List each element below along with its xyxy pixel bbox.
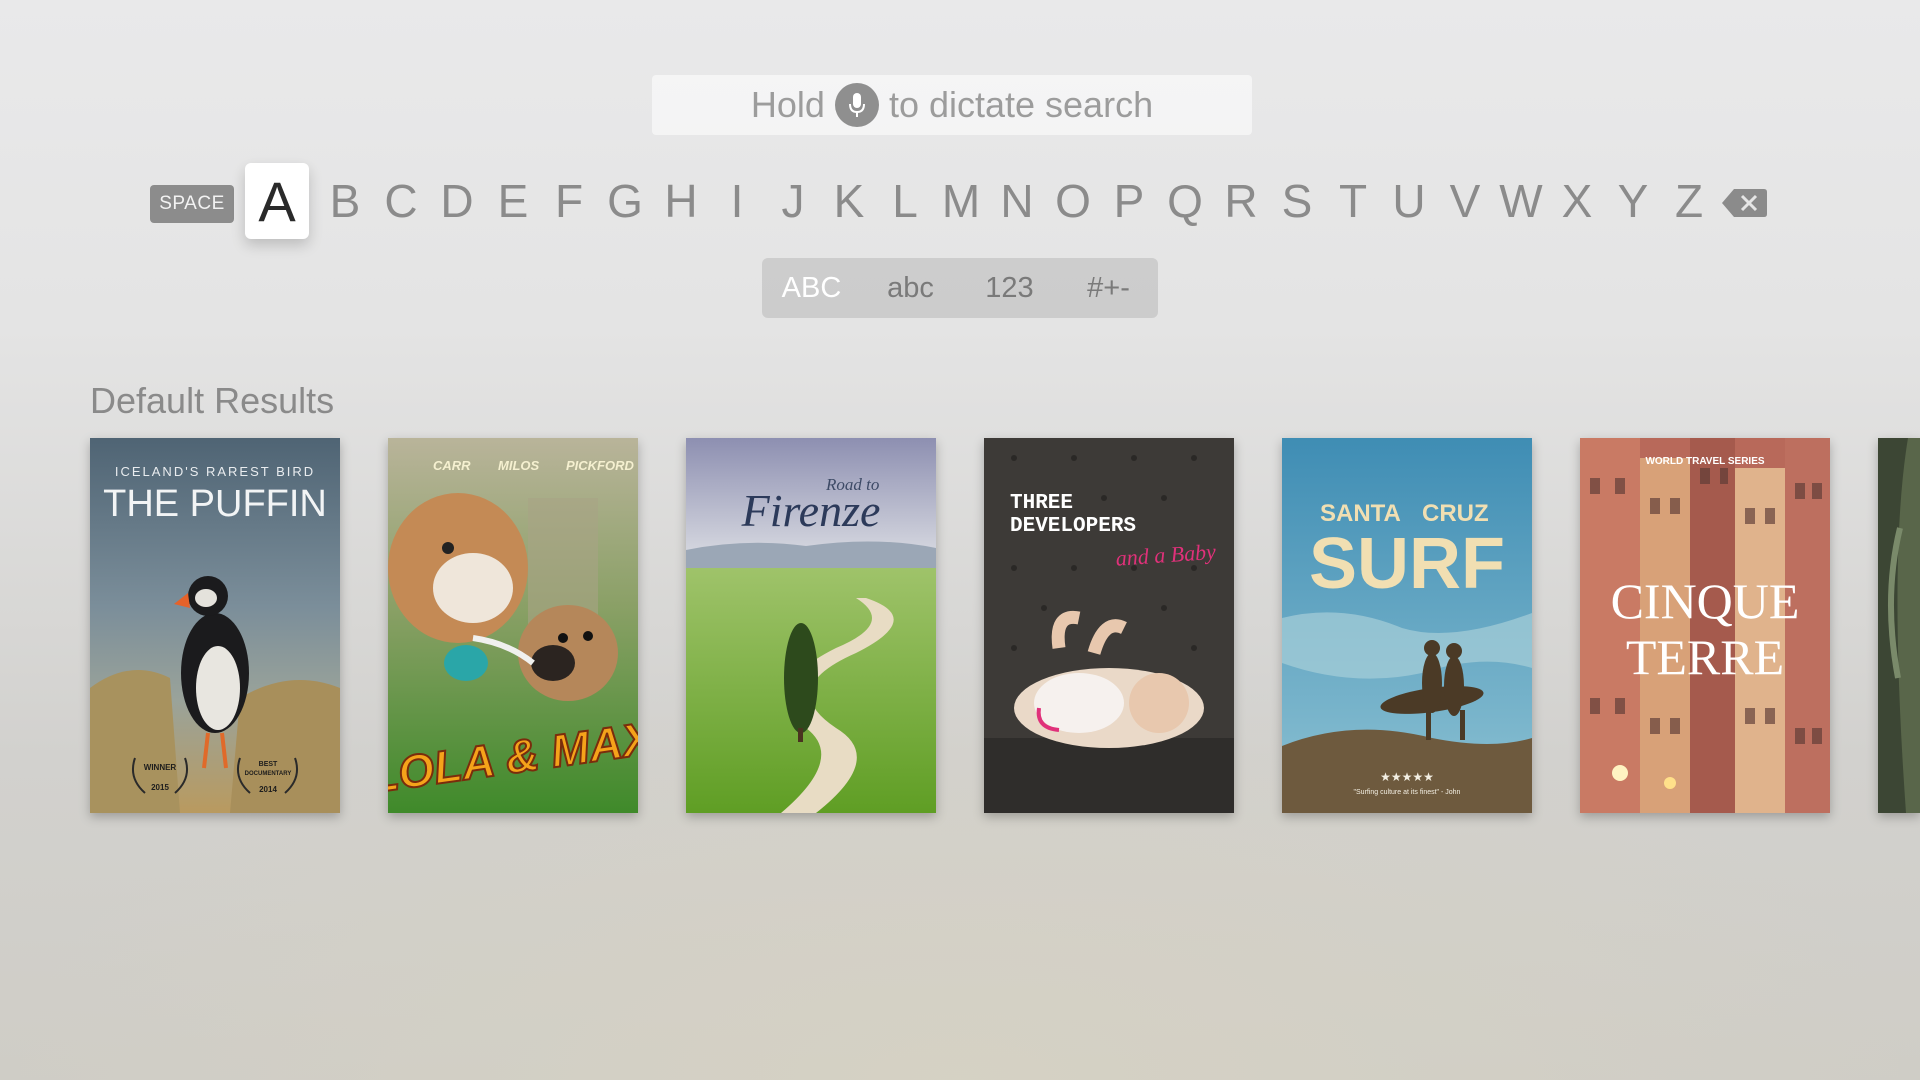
key-c[interactable]: C — [369, 163, 433, 239]
poster-series: WORLD TRAVEL SERIES — [1645, 456, 1764, 467]
key-a[interactable]: A — [245, 163, 309, 239]
poster-quote: "Surfing culture at its finest" - John — [1354, 789, 1461, 796]
mode-uppercase-button[interactable]: ABC — [762, 258, 861, 318]
letter-keyboard: SPACE ABCDEFGHIJKLMNOPQRSTUVWXYZ — [0, 163, 1920, 243]
poster-santa-cruz-surf[interactable]: SANTA CRUZ SURF ★★★★★ "Surfing culture a… — [1282, 438, 1532, 813]
search-hint-prefix: Hold — [750, 84, 825, 125]
poster-title-line2: TERRE — [1626, 629, 1784, 685]
poster-title-line1: SANTA — [1320, 500, 1401, 527]
key-p[interactable]: P — [1097, 163, 1161, 239]
mode-numbers-button[interactable]: 123 — [960, 258, 1059, 318]
key-n[interactable]: N — [985, 163, 1049, 239]
key-b[interactable]: B — [313, 163, 377, 239]
key-w[interactable]: W — [1489, 163, 1553, 239]
laurel-right-line2: DOCUMENTARY — [245, 771, 292, 777]
mode-symbols-button[interactable]: #+- — [1059, 258, 1158, 318]
poster-title: THE PUFFIN — [103, 483, 327, 525]
key-s[interactable]: S — [1265, 163, 1329, 239]
poster-title-line2: DEVELOPERS — [1010, 515, 1136, 538]
key-d[interactable]: D — [425, 163, 489, 239]
space-key[interactable]: SPACE — [150, 185, 234, 223]
key-o[interactable]: O — [1041, 163, 1105, 239]
poster-title-line1: THREE — [1010, 492, 1073, 515]
poster-rating: ★★★★★ — [1380, 770, 1434, 784]
search-hint-suffix: to dictate search — [888, 84, 1154, 125]
poster-title-line1: CINQUE — [1611, 573, 1800, 629]
key-t[interactable]: T — [1321, 163, 1385, 239]
poster-credit-3: PICKFORD — [566, 458, 635, 473]
laurel-left-line2: 2015 — [151, 783, 169, 792]
key-l[interactable]: L — [873, 163, 937, 239]
microphone-icon — [834, 83, 879, 127]
poster-three-developers[interactable]: THREE DEVELOPERS and a Baby — [984, 438, 1234, 813]
key-i[interactable]: I — [705, 163, 769, 239]
poster-partial[interactable] — [1878, 438, 1920, 813]
key-u[interactable]: U — [1377, 163, 1441, 239]
poster-credit-1: CARR — [433, 458, 471, 473]
poster-title-line1b: CRUZ — [1422, 500, 1489, 527]
key-k[interactable]: K — [817, 163, 881, 239]
key-q[interactable]: Q — [1153, 163, 1217, 239]
section-title: Default Results — [90, 380, 335, 421]
key-y[interactable]: Y — [1601, 163, 1665, 239]
poster-title: Firenze — [741, 485, 881, 536]
key-r[interactable]: R — [1209, 163, 1273, 239]
delete-backspace-icon[interactable] — [1720, 183, 1770, 223]
key-f[interactable]: F — [537, 163, 601, 239]
poster-road-to-firenze[interactable]: Road to Firenze — [686, 438, 936, 813]
search-field[interactable]: Hold to dictate search — [652, 75, 1252, 135]
key-g[interactable]: G — [593, 163, 657, 239]
poster-title: SURF — [1309, 524, 1505, 604]
key-x[interactable]: X — [1545, 163, 1609, 239]
laurel-right-line3: 2014 — [259, 785, 277, 794]
keyboard-mode-switch: ABC abc 123 #+- — [762, 258, 1158, 318]
poster-lola-and-max[interactable]: CARR MILOS PICKFORD LOLA & MAX — [388, 438, 638, 813]
mode-lowercase-button[interactable]: abc — [861, 258, 960, 318]
key-m[interactable]: M — [929, 163, 993, 239]
key-z[interactable]: Z — [1657, 163, 1721, 239]
poster-cinque-terre[interactable]: WORLD TRAVEL SERIES CINQUE TERRE — [1580, 438, 1830, 813]
key-h[interactable]: H — [649, 163, 713, 239]
laurel-right-line1: BEST — [259, 761, 278, 768]
key-j[interactable]: J — [761, 163, 825, 239]
poster-the-puffin[interactable]: ICELAND'S RAREST BIRD THE PUFFIN WINNER … — [90, 438, 340, 813]
poster-kicker: ICELAND'S RAREST BIRD — [115, 464, 315, 479]
laurel-left-line1: WINNER — [144, 763, 177, 772]
key-e[interactable]: E — [481, 163, 545, 239]
poster-credit-2: MILOS — [498, 458, 539, 473]
key-v[interactable]: V — [1433, 163, 1497, 239]
